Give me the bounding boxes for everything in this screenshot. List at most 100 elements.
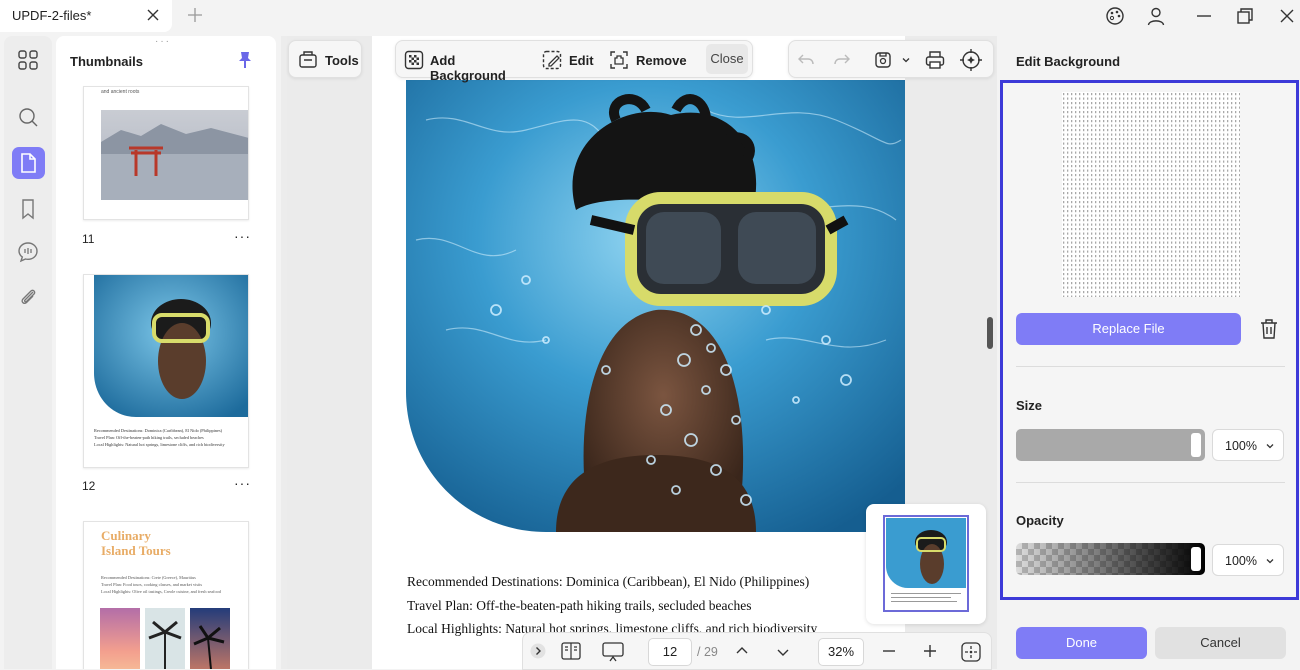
done-button[interactable]: Done bbox=[1016, 627, 1147, 659]
zoom-out-icon[interactable] bbox=[880, 643, 898, 659]
opacity-slider[interactable] bbox=[1016, 543, 1205, 575]
size-label: Size bbox=[1016, 398, 1043, 413]
page-body-text: Recommended Destinations: Dominica (Cari… bbox=[407, 570, 897, 641]
close-background-mode-button[interactable]: Close bbox=[706, 44, 748, 74]
undo-icon[interactable] bbox=[796, 50, 816, 70]
add-background-button[interactable]: Add Background bbox=[404, 48, 528, 83]
navigator-text-line bbox=[891, 597, 951, 598]
opacity-slider-handle[interactable] bbox=[1191, 547, 1201, 571]
side-navigation bbox=[4, 36, 52, 669]
palm-sunset-photo bbox=[190, 608, 230, 669]
section-divider bbox=[1016, 482, 1285, 483]
section-divider bbox=[1016, 366, 1285, 367]
add-background-icon bbox=[404, 50, 424, 70]
palm-trees-photo bbox=[145, 608, 185, 669]
navigator-viewport[interactable] bbox=[883, 515, 969, 612]
trash-icon[interactable] bbox=[1259, 318, 1279, 340]
opacity-value: 100% bbox=[1225, 554, 1257, 568]
thumbnail-line: Recommended Destinations: Dominica (Cari… bbox=[94, 428, 223, 433]
close-window-icon[interactable] bbox=[1277, 6, 1297, 26]
thumbnail-heading-line: Island Tours bbox=[101, 543, 171, 558]
thumbnail-line: Travel Plan: Food tours, cooking classes… bbox=[101, 582, 203, 587]
remove-background-icon bbox=[610, 51, 628, 69]
document-tab[interactable]: UPDF-2-files* bbox=[0, 0, 172, 32]
thumbnail-line: Local Highlights: Natural hot springs, l… bbox=[94, 442, 225, 447]
sunset-photo bbox=[100, 608, 140, 669]
attachment-icon[interactable] bbox=[16, 285, 40, 309]
tab-title: UPDF-2-files* bbox=[12, 8, 92, 23]
size-slider[interactable] bbox=[1016, 429, 1205, 461]
presentation-icon[interactable] bbox=[601, 641, 625, 663]
thumbnail-heading: Culinary Island Tours bbox=[101, 528, 171, 558]
navigator-text-line bbox=[891, 601, 957, 602]
panel-title: Edit Background bbox=[1016, 54, 1121, 69]
text-line: Travel Plan: Off-the-beaten-path hiking … bbox=[407, 597, 752, 613]
add-background-label: Add Background bbox=[430, 53, 506, 83]
remove-background-button[interactable]: Remove bbox=[609, 48, 687, 72]
edit-background-icon bbox=[542, 50, 562, 70]
pages-icon[interactable] bbox=[16, 151, 40, 175]
print-icon[interactable] bbox=[924, 49, 946, 71]
save-icon[interactable] bbox=[873, 50, 893, 70]
pin-icon[interactable] bbox=[236, 51, 254, 69]
maximize-icon[interactable] bbox=[1235, 6, 1255, 26]
save-options-chevron-icon[interactable] bbox=[900, 54, 912, 66]
background-preview-image bbox=[1062, 92, 1240, 297]
cancel-button[interactable]: Cancel bbox=[1155, 627, 1286, 659]
size-value: 100% bbox=[1225, 439, 1257, 453]
size-slider-handle[interactable] bbox=[1191, 433, 1201, 457]
thumbnail-page-11[interactable]: and ancient roots bbox=[83, 86, 249, 220]
tools-icon bbox=[299, 51, 317, 68]
edit-background-button[interactable]: Edit bbox=[542, 48, 594, 72]
theme-palette-icon[interactable] bbox=[1105, 6, 1125, 26]
replace-file-button[interactable]: Replace File bbox=[1016, 313, 1241, 345]
page-number-input[interactable]: 12 bbox=[648, 638, 692, 666]
tools-label: Tools bbox=[325, 53, 359, 68]
chevron-down-icon bbox=[1266, 559, 1274, 564]
thumbnails-panel: ··· Thumbnails and ancient roots 11 ··· … bbox=[56, 36, 276, 669]
thumbnail-caption: Recommended Destinations: Dominica (Cari… bbox=[94, 427, 244, 448]
page-more-options[interactable]: ··· bbox=[234, 475, 251, 491]
tools-button[interactable]: Tools bbox=[288, 40, 362, 78]
thumbnail-line: Recommended Destinations: Crete (Greece)… bbox=[101, 575, 196, 580]
previous-page-icon[interactable] bbox=[734, 643, 750, 659]
thumbnail-caption: Recommended Destinations: Crete (Greece)… bbox=[101, 574, 241, 595]
comments-icon[interactable] bbox=[16, 240, 40, 264]
page-layout-icon[interactable] bbox=[560, 641, 582, 661]
account-icon[interactable] bbox=[1146, 6, 1166, 26]
panel-resize-grip[interactable]: ··· bbox=[155, 36, 179, 47]
ai-assistant-icon[interactable] bbox=[958, 47, 984, 73]
remove-label: Remove bbox=[636, 53, 687, 68]
thumbnails-title: Thumbnails bbox=[70, 54, 143, 69]
edit-label: Edit bbox=[569, 53, 594, 68]
bookmark-icon[interactable] bbox=[16, 197, 40, 221]
thumbnail-line: Travel Plan: Off-the-beaten-path hiking … bbox=[94, 435, 204, 440]
navigator-page-image bbox=[886, 518, 966, 588]
page-more-options[interactable]: ··· bbox=[234, 228, 251, 244]
thumbnail-page-13[interactable]: Culinary Island Tours Recommended Destin… bbox=[83, 521, 249, 669]
text-line: Recommended Destinations: Dominica (Cari… bbox=[407, 574, 810, 589]
new-tab-icon[interactable] bbox=[186, 6, 204, 24]
redo-icon[interactable] bbox=[832, 50, 852, 70]
next-page-icon[interactable] bbox=[775, 644, 791, 660]
thumbnail-snippet: and ancient roots bbox=[101, 89, 140, 95]
fit-page-icon[interactable] bbox=[960, 641, 982, 663]
close-tab-icon[interactable] bbox=[145, 7, 161, 23]
thumbnail-line: Local Highlights: Olive oil tastings, Cr… bbox=[101, 589, 221, 594]
search-icon[interactable] bbox=[16, 105, 40, 129]
size-dropdown[interactable]: 100% bbox=[1212, 429, 1284, 461]
total-pages: / 29 bbox=[697, 645, 718, 659]
opacity-dropdown[interactable]: 100% bbox=[1212, 544, 1284, 576]
diver-background-image bbox=[406, 80, 905, 532]
minimize-icon[interactable] bbox=[1194, 6, 1214, 26]
zoom-level-input[interactable]: 32% bbox=[818, 638, 864, 666]
expand-chevron-icon[interactable] bbox=[530, 643, 546, 659]
torii-gate-image bbox=[101, 110, 248, 200]
navigator-text-line bbox=[891, 593, 961, 594]
zoom-in-icon[interactable] bbox=[921, 642, 939, 660]
grid-view-icon[interactable] bbox=[16, 48, 40, 72]
chevron-down-icon bbox=[1266, 444, 1274, 449]
page-number: 12 bbox=[82, 479, 96, 493]
thumbnail-page-12[interactable]: Recommended Destinations: Dominica (Cari… bbox=[83, 274, 249, 468]
vertical-scrollbar-thumb[interactable] bbox=[987, 317, 993, 349]
